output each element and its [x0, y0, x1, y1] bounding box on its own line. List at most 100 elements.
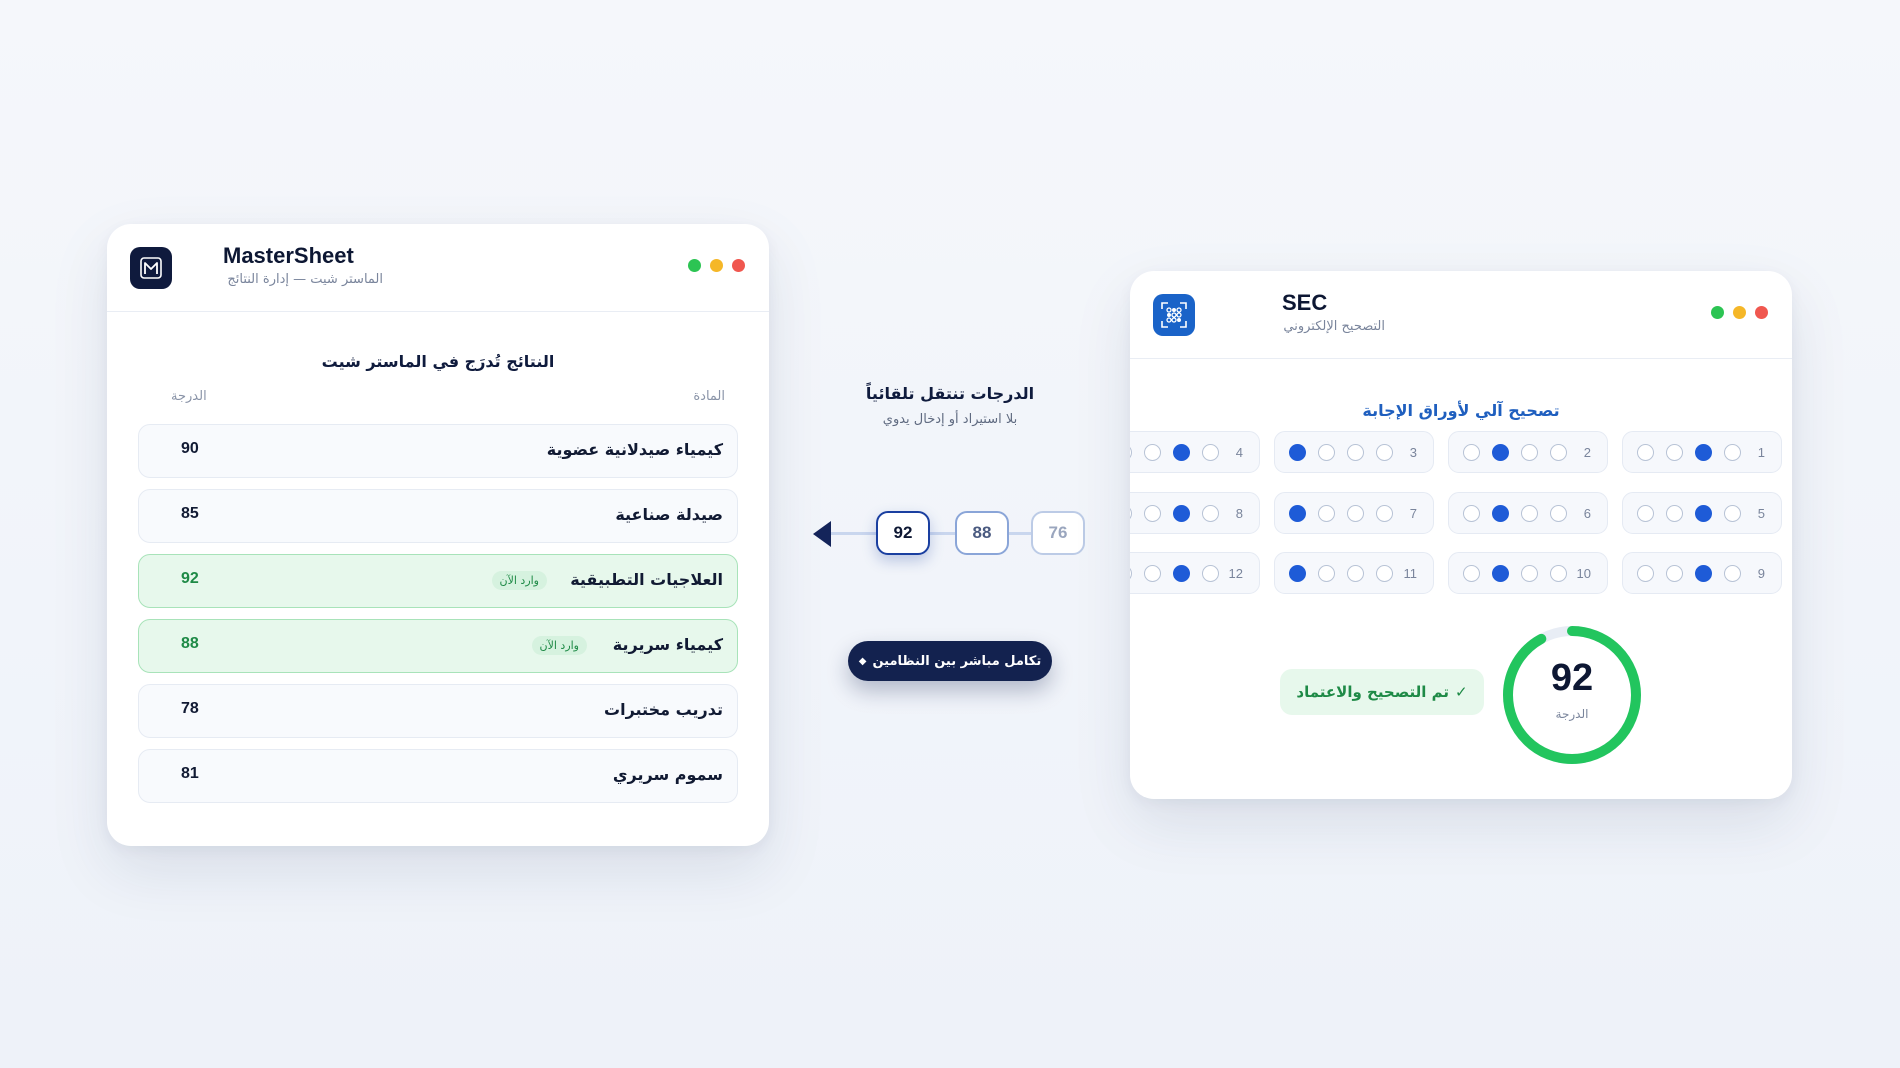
table-row[interactable]: تدريب مختبرات 78	[138, 684, 738, 738]
answer-bubble[interactable]	[1376, 505, 1393, 522]
window-controls	[1711, 306, 1768, 319]
answer-bubble[interactable]	[1347, 565, 1364, 582]
flow-title: الدرجات تنتقل تلقائياً	[865, 384, 1035, 403]
maximize-button[interactable]	[1711, 306, 1724, 319]
question-card[interactable]: 4	[1130, 431, 1260, 473]
minimize-button[interactable]	[1733, 306, 1746, 319]
question-card[interactable]: 3	[1274, 431, 1434, 473]
grade-chip: 88	[955, 511, 1009, 555]
answer-bubble[interactable]	[1202, 505, 1219, 522]
answer-bubble[interactable]	[1637, 505, 1654, 522]
question-card[interactable]: 6	[1448, 492, 1608, 534]
row-subject: كيمياء صيدلانية عضوية	[546, 440, 723, 459]
row-grade: 92	[181, 570, 199, 587]
integration-label: تكامل مباشر بين النظامين	[872, 653, 1042, 669]
answer-bubble[interactable]	[1463, 505, 1480, 522]
table-row[interactable]: سموم سريري 81	[138, 749, 738, 803]
answer-bubble[interactable]	[1666, 444, 1683, 461]
answer-bubble[interactable]	[1347, 444, 1364, 461]
answer-bubble-filled[interactable]	[1695, 444, 1712, 461]
answer-bubble[interactable]	[1637, 565, 1654, 582]
column-header-subject: المادة	[693, 389, 725, 404]
table-row[interactable]: صيدلة صناعية 85	[138, 489, 738, 543]
answer-bubble[interactable]	[1144, 444, 1161, 461]
answer-bubble-filled[interactable]	[1173, 505, 1190, 522]
sec-app-title: SEC	[1282, 290, 1328, 315]
question-card[interactable]: 9	[1622, 552, 1782, 594]
question-card[interactable]: 1	[1622, 431, 1782, 473]
answer-bubble[interactable]	[1318, 565, 1335, 582]
question-number: 3	[1409, 445, 1417, 460]
answer-bubble[interactable]	[1724, 565, 1741, 582]
answer-bubble[interactable]	[1144, 565, 1161, 582]
answer-bubble-filled[interactable]	[1289, 505, 1306, 522]
question-card[interactable]: 8	[1130, 492, 1260, 534]
minimize-button[interactable]	[710, 259, 723, 272]
answer-bubble[interactable]	[1463, 444, 1480, 461]
mastersheet-app-title: MasterSheet	[223, 243, 354, 268]
question-number: 7	[1409, 506, 1417, 521]
maximize-button[interactable]	[688, 259, 701, 272]
answer-bubble[interactable]	[1521, 505, 1538, 522]
answer-bubble-filled[interactable]	[1173, 444, 1190, 461]
row-grade: 88	[181, 635, 199, 652]
incoming-now-badge: وارد الآن	[531, 636, 587, 655]
question-card[interactable]: 5	[1622, 492, 1782, 534]
integration-pill: تكامل مباشر بين النظامين ◆	[848, 641, 1052, 681]
answer-bubble[interactable]	[1666, 505, 1683, 522]
sec-app-subtitle: التصحيح الإلكتروني	[1283, 319, 1385, 334]
answer-bubble[interactable]	[1521, 565, 1538, 582]
answer-bubble[interactable]	[1144, 505, 1161, 522]
results-heading: النتائج تُدرَج في الماستر شيت	[321, 352, 555, 371]
answer-bubble-filled[interactable]	[1289, 444, 1306, 461]
answer-bubble[interactable]	[1376, 444, 1393, 461]
table-row[interactable]: كيمياء صيدلانية عضوية 90	[138, 424, 738, 478]
question-number: 11	[1403, 566, 1418, 581]
answer-bubble-filled[interactable]	[1289, 565, 1306, 582]
row-subject: كيمياء سريرية	[612, 635, 723, 654]
answer-bubble[interactable]	[1130, 444, 1132, 461]
answer-bubble[interactable]	[1550, 444, 1567, 461]
answer-bubble-filled[interactable]	[1695, 565, 1712, 582]
answer-bubble[interactable]	[1130, 565, 1132, 582]
answer-bubble[interactable]	[1724, 444, 1741, 461]
answer-bubble[interactable]	[1463, 565, 1480, 582]
answer-bubble-filled[interactable]	[1492, 565, 1509, 582]
question-card[interactable]: 7	[1274, 492, 1434, 534]
answer-bubble[interactable]	[1666, 565, 1683, 582]
row-subject: صيدلة صناعية	[615, 505, 723, 524]
question-card[interactable]: 2	[1448, 431, 1608, 473]
answer-bubble[interactable]	[1318, 444, 1335, 461]
answer-bubble-filled[interactable]	[1173, 565, 1190, 582]
table-row-new[interactable]: كيمياء سريرية وارد الآن 88	[138, 619, 738, 673]
question-number: 10	[1576, 566, 1591, 581]
close-button[interactable]	[732, 259, 745, 272]
answer-bubble[interactable]	[1376, 565, 1393, 582]
answer-bubble[interactable]	[1202, 565, 1219, 582]
answer-bubble-filled[interactable]	[1695, 505, 1712, 522]
column-header-grade: الدرجة	[171, 389, 207, 404]
answer-bubble[interactable]	[1637, 444, 1654, 461]
question-card[interactable]: 12	[1130, 552, 1260, 594]
table-row-new[interactable]: العلاجيات التطبيقية وارد الآن 92	[138, 554, 738, 608]
grade-chip: 76	[1031, 511, 1085, 555]
answer-bubble-filled[interactable]	[1492, 444, 1509, 461]
approved-badge: ✓ تم التصحيح والاعتماد	[1280, 669, 1484, 715]
close-button[interactable]	[1755, 306, 1768, 319]
grade-chip: 92	[876, 511, 930, 555]
answer-bubble[interactable]	[1724, 505, 1741, 522]
auto-grading-heading: تصحيح آلي لأوراق الإجابة	[1362, 401, 1560, 420]
question-card[interactable]: 10	[1448, 552, 1608, 594]
answer-bubble[interactable]	[1130, 505, 1132, 522]
question-number: 8	[1235, 506, 1243, 521]
mastersheet-window: MasterSheet الماستر شيت — إدارة النتائج …	[107, 224, 769, 846]
answer-bubble[interactable]	[1550, 565, 1567, 582]
answer-bubble[interactable]	[1318, 505, 1335, 522]
answer-bubble[interactable]	[1202, 444, 1219, 461]
mastersheet-logo-icon	[130, 247, 172, 289]
answer-bubble[interactable]	[1347, 505, 1364, 522]
answer-bubble[interactable]	[1521, 444, 1538, 461]
question-card[interactable]: 11	[1274, 552, 1434, 594]
answer-bubble[interactable]	[1550, 505, 1567, 522]
answer-bubble-filled[interactable]	[1492, 505, 1509, 522]
